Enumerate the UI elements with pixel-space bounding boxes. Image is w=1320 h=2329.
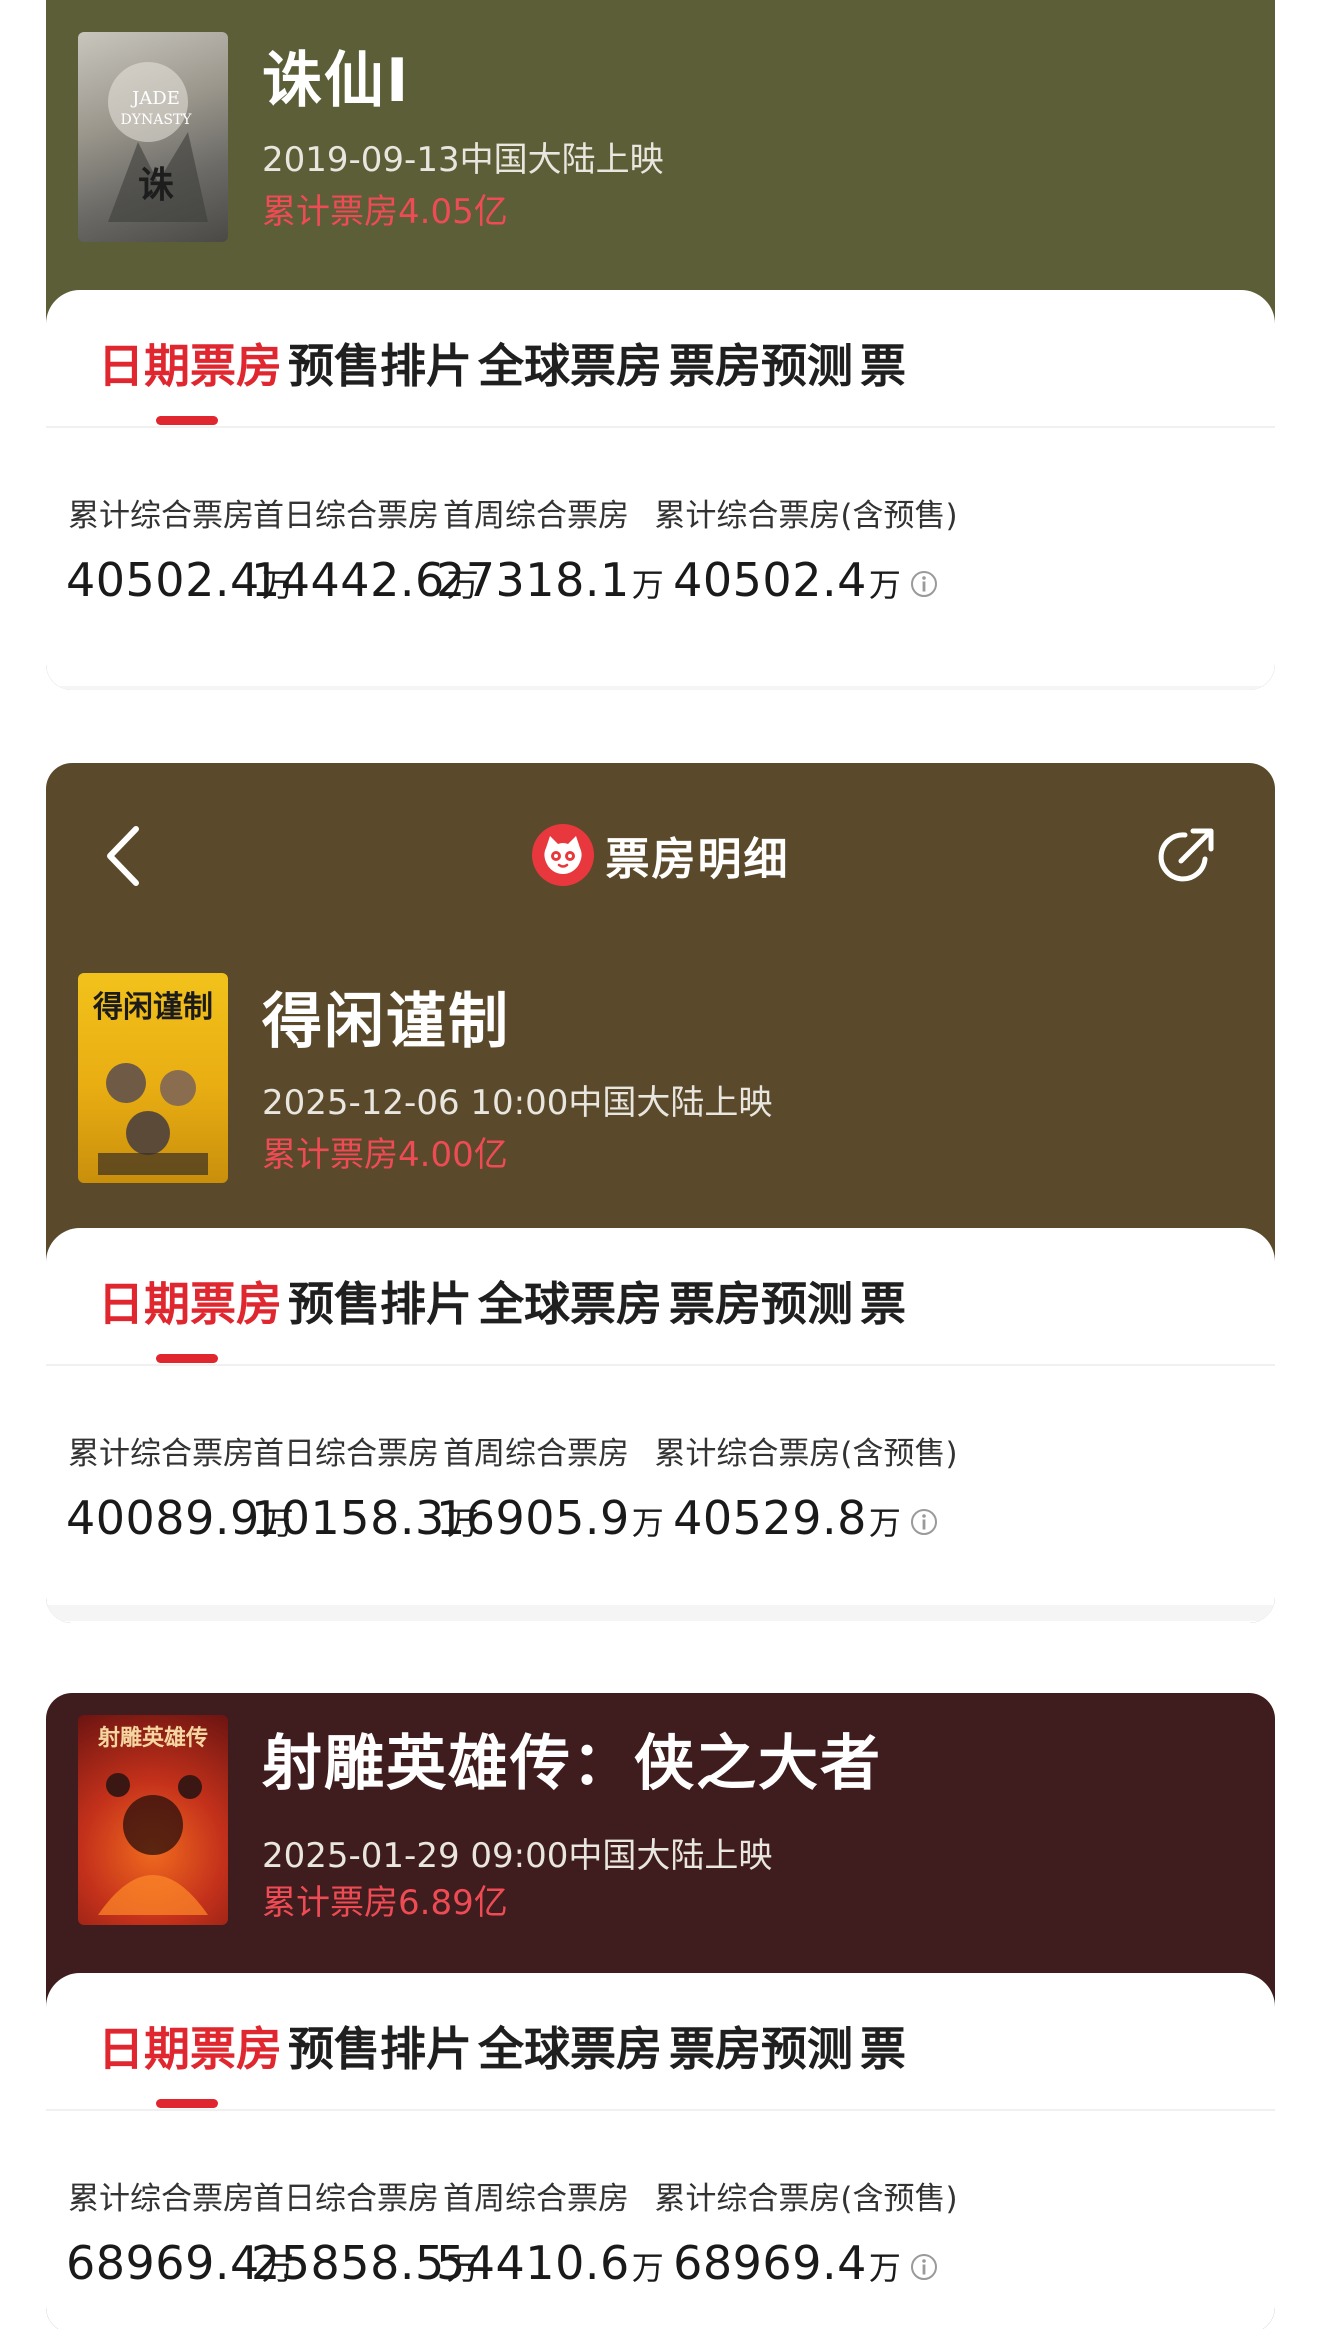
stat-first-day: 首日综合票房 14442.6万 — [251, 490, 479, 607]
stat-first-week: 首周综合票房 27318.1万 — [436, 490, 664, 607]
movie-card-2: 票房明细 得闲谨制 得闲谨制 2025-12-06 10:00中国大陆上映 累计… — [46, 763, 1275, 1623]
tab-global-box-office[interactable]: 全球票房 — [478, 1268, 662, 1334]
cumulative-box-office: 累计票房4.00亿 — [262, 1135, 508, 1175]
tab-more[interactable]: 票 — [860, 1268, 906, 1334]
stat-label: 累计综合票房(含预售) — [654, 2181, 958, 2217]
stat-label: 首周综合票房 — [443, 2181, 629, 2217]
tab-daily-box-office[interactable]: 日期票房 — [98, 330, 282, 396]
stats-row: 累计综合票房 40502.4万 首日综合票房 14442.6万 首周综合票房 2… — [46, 428, 1275, 678]
tab-box-office-forecast[interactable]: 票房预测 — [669, 2013, 853, 2079]
stat-value: 16905.9万 — [436, 1491, 664, 1545]
movie-title: 诛仙Ⅰ — [262, 46, 411, 116]
stat-value: 40089.9万 — [66, 1491, 294, 1545]
stat-value: 40529.8万 — [646, 1491, 966, 1545]
stat-label: 累计综合票房 — [68, 1436, 254, 1472]
stat-value: 40502.4万 — [646, 553, 966, 607]
active-tab-indicator — [156, 1354, 218, 1363]
tab-box-office-forecast[interactable]: 票房预测 — [669, 330, 853, 396]
panel-footer — [46, 1605, 1275, 1621]
tab-global-box-office[interactable]: 全球票房 — [478, 2013, 662, 2079]
tab-bar: 日期票房 预售排片 全球票房 票房预测 票 — [46, 290, 1275, 428]
info-icon[interactable] — [909, 569, 939, 599]
stat-value: 10158.3万 — [251, 1491, 479, 1545]
stat-value: 68969.4万 — [646, 2236, 966, 2290]
stat-value: 68969.4万 — [66, 2236, 294, 2290]
stat-value: 27318.1万 — [436, 553, 664, 607]
stat-label: 首日综合票房 — [253, 1436, 439, 1472]
tab-box-office-forecast[interactable]: 票房预测 — [669, 1268, 853, 1334]
box-office-panel: 日期票房 预售排片 全球票房 票房预测 票 累计综合票房 40502.4万 首日… — [46, 290, 1275, 690]
movie-card-1: JADE DYNASTY 诛 诛仙Ⅰ 2019-09-13中国大陆上映 累计票房… — [46, 0, 1275, 690]
box-office-panel: 日期票房 预售排片 全球票房 票房预测 票 累计综合票房 40089.9万 首日… — [46, 1228, 1275, 1623]
page-title: 票房明细 — [605, 834, 790, 885]
movie-poster[interactable]: 射雕英雄传 — [78, 1715, 228, 1925]
stat-cumulative-with-presale: 累计综合票房(含预售) 40502.4万 — [646, 490, 966, 607]
poster-logo-text: JADE — [130, 88, 180, 109]
stat-cumulative: 累计综合票房 68969.4万 — [66, 2173, 294, 2290]
stat-label: 首周综合票房 — [443, 498, 629, 534]
cumulative-box-office: 累计票房4.05亿 — [262, 192, 508, 232]
stat-first-week: 首周综合票房 16905.9万 — [436, 1428, 664, 1545]
tab-more[interactable]: 票 — [860, 2013, 906, 2079]
stat-cumulative: 累计综合票房 40502.4万 — [66, 490, 294, 607]
stat-label: 累计综合票房 — [68, 2181, 254, 2217]
movie-poster[interactable]: 得闲谨制 — [78, 973, 228, 1183]
cumulative-box-office: 累计票房6.89亿 — [262, 1883, 508, 1923]
tab-daily-box-office[interactable]: 日期票房 — [98, 1268, 282, 1334]
movie-card-3: 射雕英雄传 射雕英雄传：侠之大者 2025-01-29 09:00中国大陆上映 … — [46, 1693, 1275, 2329]
movie-title: 射雕英雄传：侠之大者 — [262, 1729, 882, 1799]
share-icon[interactable] — [1151, 819, 1223, 891]
poster-logo-text: 得闲谨制 — [92, 990, 213, 1025]
panel-footer — [46, 686, 1275, 690]
stat-label: 累计综合票房 — [68, 498, 254, 534]
box-office-panel: 日期票房 预售排片 全球票房 票房预测 票 累计综合票房 68969.4万 首日… — [46, 1973, 1275, 2329]
tab-bar: 日期票房 预售排片 全球票房 票房预测 票 — [46, 1973, 1275, 2111]
movie-title: 得闲谨制 — [262, 987, 510, 1057]
stat-label: 首日综合票房 — [253, 498, 439, 534]
tab-daily-box-office[interactable]: 日期票房 — [98, 2013, 282, 2079]
stat-first-day: 首日综合票房 25858.5万 — [251, 2173, 479, 2290]
stat-first-week: 首周综合票房 54410.6万 — [436, 2173, 664, 2290]
poster-logo-text: 射雕英雄传 — [97, 1725, 208, 1751]
tab-bar: 日期票房 预售排片 全球票房 票房预测 票 — [46, 1228, 1275, 1366]
nav-bar: 票房明细 — [46, 763, 1275, 943]
tab-presale-schedule[interactable]: 预售排片 — [288, 330, 472, 396]
stat-label: 首周综合票房 — [443, 1436, 629, 1472]
active-tab-indicator — [156, 416, 218, 425]
stat-label: 首日综合票房 — [253, 2181, 439, 2217]
stat-label: 累计综合票房(含预售) — [654, 1436, 958, 1472]
stats-row: 累计综合票房 40089.9万 首日综合票房 10158.3万 首周综合票房 1… — [46, 1366, 1275, 1616]
info-icon[interactable] — [909, 2252, 939, 2282]
svg-text:诛: 诛 — [138, 164, 174, 206]
maoyan-cat-logo-icon — [531, 824, 594, 886]
tab-more[interactable]: 票 — [860, 330, 906, 396]
tab-presale-schedule[interactable]: 预售排片 — [288, 2013, 472, 2079]
svg-text:DYNASTY: DYNASTY — [121, 112, 193, 128]
release-date: 2025-01-29 09:00中国大陆上映 — [262, 1836, 773, 1876]
movie-poster[interactable]: JADE DYNASTY 诛 — [78, 32, 228, 242]
stat-first-day: 首日综合票房 10158.3万 — [251, 1428, 479, 1545]
release-date: 2019-09-13中国大陆上映 — [262, 140, 664, 180]
stat-value: 25858.5万 — [251, 2236, 479, 2290]
active-tab-indicator — [156, 2099, 218, 2108]
stat-value: 40502.4万 — [66, 553, 294, 607]
stat-cumulative: 累计综合票房 40089.9万 — [66, 1428, 294, 1545]
stat-cumulative-with-presale: 累计综合票房(含预售) 68969.4万 — [646, 2173, 966, 2290]
stat-cumulative-with-presale: 累计综合票房(含预售) 40529.8万 — [646, 1428, 966, 1545]
tab-presale-schedule[interactable]: 预售排片 — [288, 1268, 472, 1334]
stat-label: 累计综合票房(含预售) — [654, 498, 958, 534]
nav-title-group: 票房明细 — [46, 823, 1275, 887]
tab-global-box-office[interactable]: 全球票房 — [478, 330, 662, 396]
info-icon[interactable] — [909, 1507, 939, 1537]
stats-row: 累计综合票房 68969.4万 首日综合票房 25858.5万 首周综合票房 5… — [46, 2111, 1275, 2329]
stat-value: 54410.6万 — [436, 2236, 664, 2290]
release-date: 2025-12-06 10:00中国大陆上映 — [262, 1083, 773, 1123]
stat-value: 14442.6万 — [251, 553, 479, 607]
